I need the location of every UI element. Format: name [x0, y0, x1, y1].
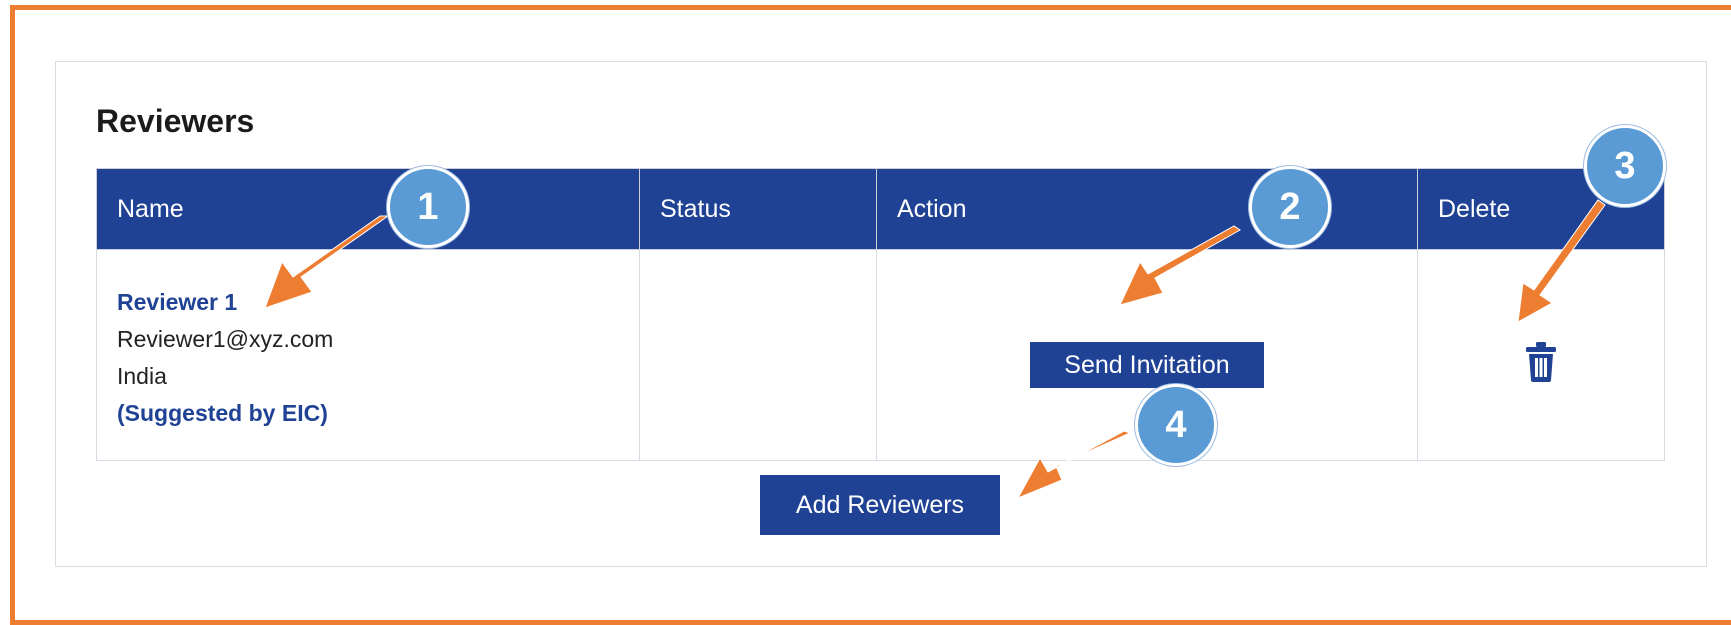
arrow-4 [1016, 430, 1132, 499]
callout-2: 2 [1249, 166, 1331, 248]
callout-3: 3 [1584, 125, 1666, 207]
annotation-arrows [264, 199, 1606, 499]
arrow-1 [264, 215, 390, 309]
arrow-2 [1119, 225, 1241, 306]
arrow-3 [1517, 199, 1606, 323]
callout-1: 1 [387, 166, 469, 248]
callout-4: 4 [1135, 384, 1217, 466]
